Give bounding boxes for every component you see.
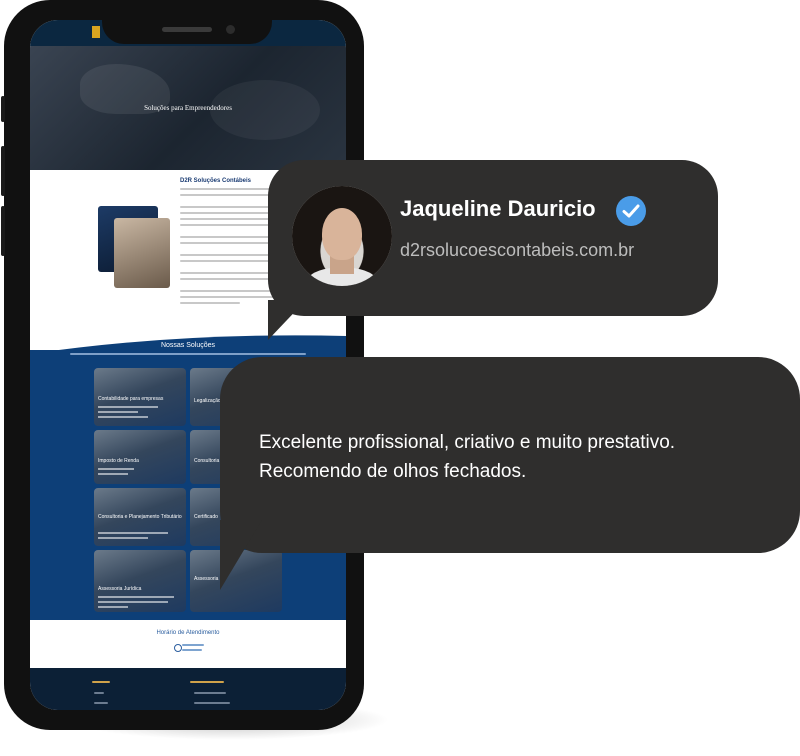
phone-mute-button <box>1 96 5 122</box>
card-text-line <box>98 537 148 539</box>
verified-check-icon <box>616 196 646 226</box>
card-label: Consultoria e Planejamento Tributário <box>98 514 182 520</box>
schedule-text-line <box>182 644 204 646</box>
phone-notch <box>102 0 272 44</box>
footer-phone-line[interactable] <box>194 692 226 694</box>
review-text: Excelente profissional, criativo e muito… <box>259 428 779 486</box>
footer-heading-line <box>190 681 224 683</box>
about-text-line <box>180 242 280 244</box>
card-text-line <box>98 473 128 475</box>
card-text-line <box>98 601 168 603</box>
site-footer <box>30 668 346 710</box>
avatar <box>292 186 392 286</box>
card-planejamento-tributario[interactable]: Consultoria e Planejamento Tributário <box>94 488 186 546</box>
footer-phone-line[interactable] <box>194 702 230 704</box>
site-logo[interactable] <box>92 26 100 38</box>
card-label: Consultoria <box>194 458 220 464</box>
card-label: Assessoria <box>194 576 219 582</box>
card-contabilidade[interactable]: Contabilidade para empresas <box>94 368 186 426</box>
card-text-line <box>98 406 158 408</box>
about-text-line <box>180 194 270 196</box>
phone-volume-up-button <box>1 146 5 196</box>
reviewer-domain: d2rsolucoescontabeis.com.br <box>400 240 635 260</box>
about-text-line <box>180 302 240 304</box>
footer-heading-line <box>92 681 110 683</box>
phone-camera <box>226 25 235 34</box>
review-line: Recomendo de olhos fechados. <box>259 461 527 482</box>
card-text-line <box>98 411 138 413</box>
review-bubble-tail <box>220 520 262 590</box>
schedule-title: Horário de Atendimento <box>156 630 220 636</box>
card-imposto-renda[interactable]: Imposto de Renda <box>94 430 186 484</box>
schedule-text-line <box>182 649 202 651</box>
profile-bubble-tail <box>268 300 306 340</box>
card-text-line <box>98 468 134 470</box>
review-line: Excelente profissional, criativo e muito… <box>259 432 676 453</box>
about-title: D2R Soluções Contábeis <box>180 178 252 184</box>
phone-volume-down-button <box>1 206 5 256</box>
card-text-line <box>98 606 128 608</box>
reviewer-name: Jaqueline Dauricio <box>400 196 596 221</box>
card-label: Legalização <box>194 398 221 404</box>
footer-link-line[interactable] <box>94 702 108 704</box>
phone-speaker <box>162 27 212 32</box>
card-text-line <box>98 416 148 418</box>
card-label: Imposto de Renda <box>98 458 139 464</box>
solutions-title: Nossas Soluções <box>160 342 216 349</box>
footer-link-line[interactable] <box>94 692 104 694</box>
about-text-line <box>180 296 284 298</box>
hero-title: Soluções para Empreendedores <box>144 104 232 112</box>
about-image-team <box>114 218 170 288</box>
solutions-subtitle-line <box>70 353 306 355</box>
card-label: Contabilidade para empresas <box>98 396 164 402</box>
verified-check-glyph <box>622 204 640 218</box>
card-label: Certificado <box>194 514 218 520</box>
card-text-line <box>98 532 168 534</box>
clock-icon <box>174 644 182 652</box>
card-text-line <box>98 596 174 598</box>
card-label: Assessoria Jurídica <box>98 586 142 592</box>
avatar-face <box>322 208 362 260</box>
card-assessoria-juridica[interactable]: Assessoria Jurídica <box>94 550 186 612</box>
